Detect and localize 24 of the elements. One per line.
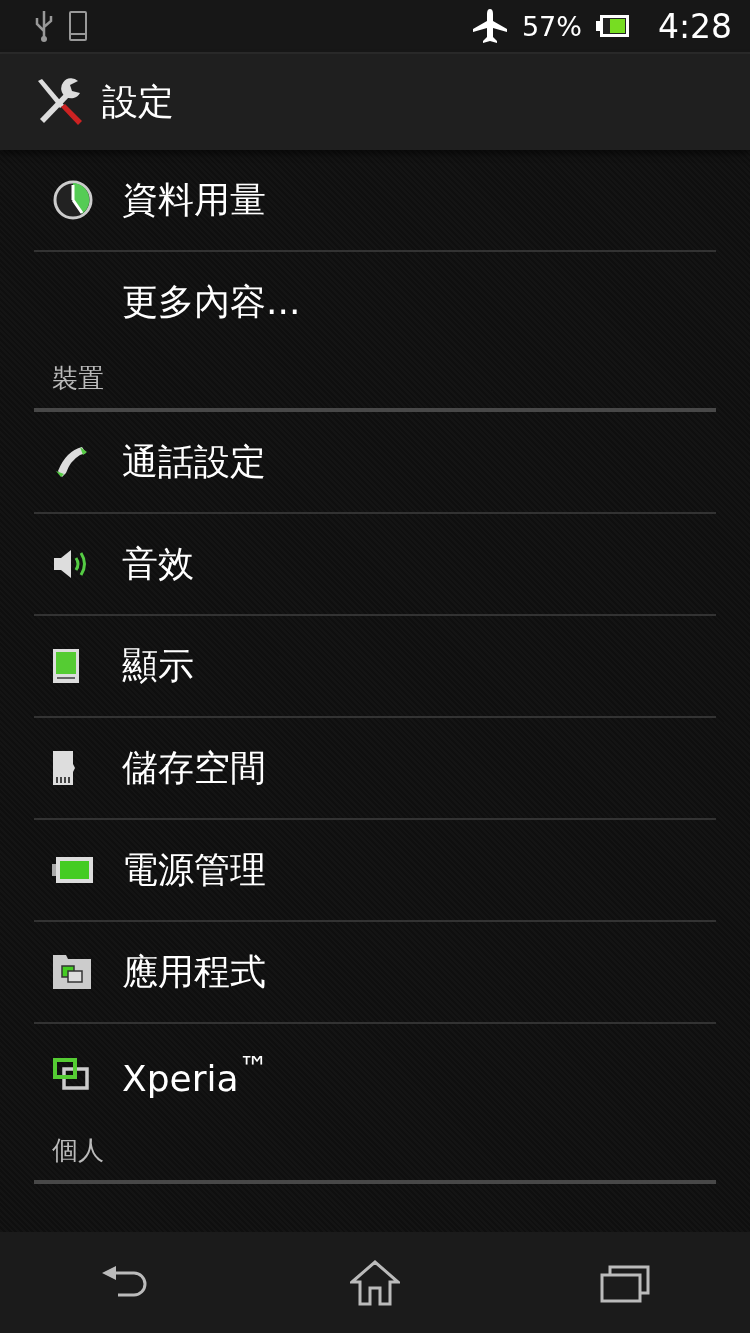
overlapping-squares-icon [52, 1057, 90, 1091]
battery-percentage: 57% [521, 10, 582, 42]
clock: 4:28 [657, 6, 732, 46]
settings-item[interactable]: 更多內容... [34, 252, 716, 352]
settings-item[interactable]: Xperia$^{™}$ [34, 1024, 716, 1124]
battery-icon [52, 856, 94, 884]
settings-item[interactable]: 顯示 [34, 616, 716, 718]
settings-item[interactable]: 資料用量 [34, 150, 716, 252]
pie-clock-icon [52, 179, 94, 221]
folder-icon [52, 954, 92, 990]
screen-title: 設定 [102, 79, 174, 124]
memory-card-icon [52, 750, 76, 786]
settings-item[interactable]: 通話設定 [34, 412, 716, 514]
battery-icon [595, 14, 630, 38]
section-header: 個人 [52, 1134, 104, 1167]
display-icon [52, 648, 80, 684]
airplane-icon [471, 8, 508, 44]
phone-outline-icon [68, 10, 88, 42]
settings-item[interactable]: 應用程式 [34, 922, 716, 1024]
usb-icon [34, 9, 54, 43]
settings-item[interactable]: 電源管理 [34, 820, 716, 922]
settings-item[interactable]: 音效 [34, 514, 716, 616]
settings-item[interactable]: 儲存空間 [34, 718, 716, 820]
section-header: 裝置 [52, 362, 104, 395]
